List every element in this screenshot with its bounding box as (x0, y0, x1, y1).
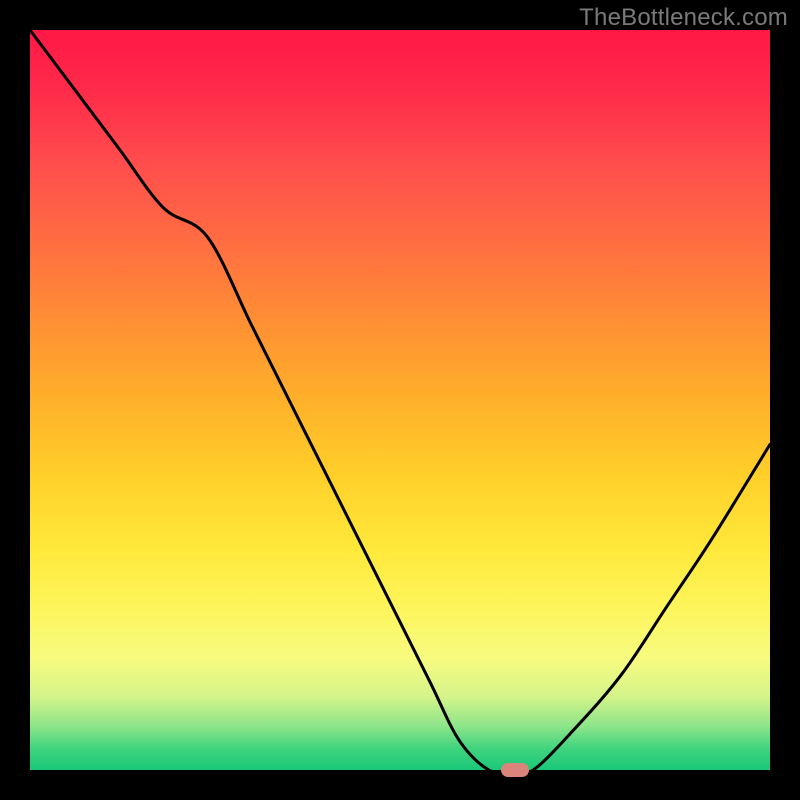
curve-path (30, 30, 770, 770)
curve-svg (30, 30, 770, 770)
chart-frame: TheBottleneck.com (0, 0, 800, 800)
watermark-text: TheBottleneck.com (579, 4, 788, 32)
plot-area (30, 30, 770, 770)
minimum-marker (501, 763, 529, 777)
